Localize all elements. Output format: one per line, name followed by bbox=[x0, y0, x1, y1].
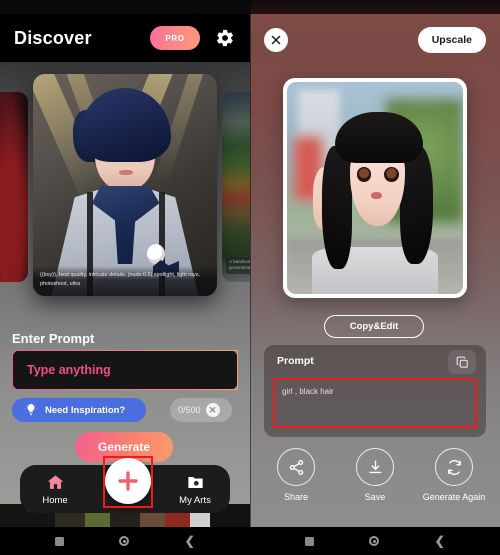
result-screen: Upscale Copy&Edit Prompt girl , black ha… bbox=[250, 0, 500, 555]
chevron-left-icon[interactable]: ❮ bbox=[435, 535, 445, 547]
sidebar-item-home[interactable]: Home bbox=[20, 473, 90, 506]
generated-girl-image bbox=[287, 82, 463, 294]
generate-again-action[interactable]: Generate Again bbox=[421, 448, 487, 503]
share-button[interactable] bbox=[277, 448, 315, 486]
result-top-bar: Upscale bbox=[250, 22, 500, 58]
close-button[interactable] bbox=[264, 28, 288, 52]
panel-divider bbox=[250, 0, 251, 555]
need-inspiration-label: Need Inspiration? bbox=[45, 404, 126, 416]
need-inspiration-button[interactable]: Need Inspiration? bbox=[12, 398, 146, 422]
prompt-card-title: Prompt bbox=[277, 355, 314, 367]
status-bar bbox=[250, 0, 500, 14]
copy-icon bbox=[456, 356, 468, 368]
save-label: Save bbox=[364, 492, 386, 502]
character-counter-value: 0/500 bbox=[178, 405, 201, 415]
save-button[interactable] bbox=[356, 448, 394, 486]
folder-photo-icon bbox=[187, 476, 203, 488]
system-navigation-bar-right: ❮ bbox=[250, 527, 500, 555]
top-app-bar: Discover PRO bbox=[0, 14, 250, 62]
pro-badge-button[interactable]: PRO bbox=[150, 26, 200, 50]
lightbulb-icon bbox=[24, 403, 38, 416]
app-screenshot: Discover PRO A handsome groomsman bbox=[0, 0, 500, 555]
upscale-button-label: Upscale bbox=[431, 34, 472, 46]
home-icon bbox=[47, 474, 63, 489]
share-action[interactable]: Share bbox=[263, 448, 329, 503]
tab-home-label: Home bbox=[42, 494, 68, 506]
recents-icon[interactable] bbox=[305, 536, 315, 546]
chevron-left-icon[interactable]: ❮ bbox=[185, 535, 195, 547]
system-navigation-bar-left: ❮ bbox=[0, 527, 250, 555]
carousel-card-caption: ((boy)), best quality, intricate details… bbox=[33, 266, 217, 296]
circle-dot-icon[interactable] bbox=[369, 536, 380, 546]
share-icon bbox=[289, 459, 303, 475]
recents-icon[interactable] bbox=[55, 536, 65, 546]
share-label: Share bbox=[283, 492, 309, 502]
copy-and-edit-button[interactable]: Copy&Edit bbox=[324, 315, 424, 338]
copy-prompt-button[interactable] bbox=[448, 350, 476, 374]
clear-prompt-button[interactable]: ✕ bbox=[205, 403, 220, 417]
generated-boy-image bbox=[33, 74, 217, 296]
discover-screen: Discover PRO A handsome groomsman bbox=[0, 0, 250, 555]
download-icon bbox=[369, 459, 381, 473]
character-counter: 0/500 ✕ bbox=[170, 398, 232, 422]
status-bar bbox=[0, 0, 250, 14]
prompt-input[interactable]: Type anything bbox=[12, 350, 238, 390]
upscale-button[interactable]: Upscale bbox=[417, 27, 486, 53]
circle-dot-icon[interactable] bbox=[119, 536, 130, 546]
generate-again-button[interactable] bbox=[435, 448, 473, 486]
close-x-icon bbox=[271, 35, 281, 45]
carousel-card-next[interactable]: A handsome groomsman bbox=[222, 92, 250, 282]
discover-carousel[interactable]: A handsome groomsman bbox=[0, 66, 250, 306]
generate-again-label: Generate Again bbox=[422, 492, 486, 502]
enter-prompt-label: Enter Prompt bbox=[12, 331, 95, 346]
result-image-frame[interactable] bbox=[283, 78, 467, 298]
refresh-icon bbox=[447, 459, 461, 475]
tab-my-arts-label: My Arts bbox=[179, 494, 211, 506]
carousel-card-current[interactable]: ((boy)), best quality, intricate details… bbox=[33, 74, 217, 296]
create-fab-wrapper bbox=[105, 458, 151, 504]
carousel-card-next-caption: A handsome groomsman bbox=[226, 256, 250, 274]
create-fab-button[interactable] bbox=[105, 458, 151, 504]
result-actions: Share Save Generate Again bbox=[250, 448, 500, 503]
copy-and-edit-label: Copy&Edit bbox=[349, 321, 399, 332]
carousel-card-previous[interactable] bbox=[0, 92, 28, 282]
generate-button-label: Generate bbox=[97, 440, 151, 454]
highlight-box-prompt-text bbox=[273, 378, 477, 428]
save-action[interactable]: Save bbox=[342, 448, 408, 503]
prompt-input-placeholder: Type anything bbox=[27, 363, 111, 377]
sidebar-item-my-arts[interactable]: My Arts bbox=[160, 473, 230, 506]
gear-icon[interactable] bbox=[214, 27, 236, 49]
page-title: Discover bbox=[14, 27, 92, 48]
prompt-card: Prompt girl , black hair bbox=[264, 345, 486, 437]
pro-badge-label: PRO bbox=[165, 33, 185, 43]
plus-icon bbox=[118, 471, 138, 491]
